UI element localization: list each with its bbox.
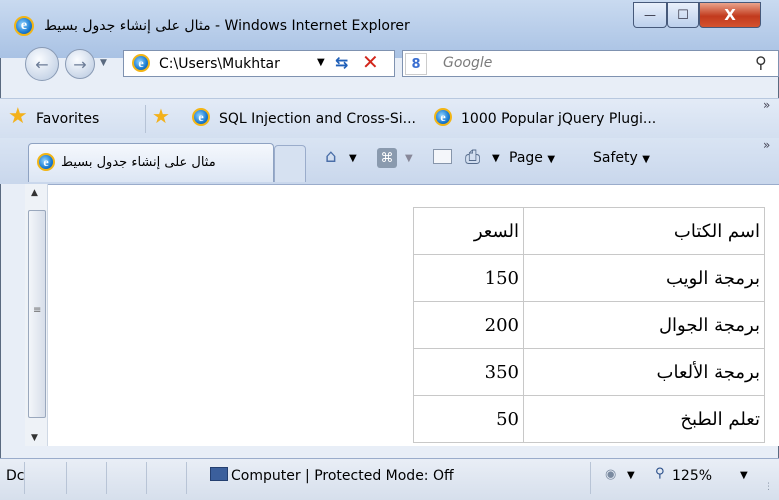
maximize-icon: ☐ [677,7,689,23]
tab-label: مثال على إنشاء جدول بسيط [61,155,216,170]
table-row: برمجة الويب 150 [413,254,765,302]
table-header-row: اسم الكتاب السعر [413,207,765,255]
feeds-icon[interactable]: ⌘ [377,148,397,168]
price-cell: 150 [413,254,524,302]
table-row: تعلم الطبخ 50 [413,395,765,443]
book-name-cell: برمجة الألعاب [523,348,765,396]
back-button[interactable]: ← [25,47,59,81]
status-separator [106,462,107,494]
address-bar[interactable]: e C:\Users\Mukhtar [123,50,395,77]
more-commands-chevron-icon[interactable]: » [763,138,770,152]
ie-logo-icon: e [14,16,34,36]
computer-zone-icon [210,467,228,481]
print-dropdown-icon[interactable]: ▼ [492,153,500,164]
favorites-separator [145,105,146,133]
table-row: برمجة الألعاب 350 [413,348,765,396]
read-mail-icon[interactable] [433,149,452,164]
zoom-level[interactable]: 125% [672,468,712,484]
add-favorite-icon[interactable]: ★ [152,104,170,128]
window-title: مثال على إنشاء جدول بسيط - Windows Inter… [44,18,410,34]
minimize-icon: — [644,8,656,22]
page-ie-icon: e [132,54,150,72]
address-input[interactable]: C:\Users\Mukhtar [159,56,280,72]
tab-current-page[interactable]: e مثال على إنشاء جدول بسيط [28,143,274,182]
minimize-button[interactable]: — [633,2,667,28]
book-name-cell: تعلم الطبخ [523,395,765,443]
status-separator [186,462,187,494]
refresh-icon[interactable]: ⇆ [335,53,348,72]
status-text: Dc [6,468,25,484]
favorite-link-sql-injection[interactable]: SQL Injection and Cross-Si... [219,111,416,127]
fav-site-icon: e [434,108,452,126]
close-button[interactable]: X [699,2,761,28]
fav-site-icon: e [192,108,210,126]
book-name-cell: برمجة الويب [523,254,765,302]
search-input[interactable]: Google [443,55,492,71]
safety-menu[interactable]: Safety ▼ [593,150,650,166]
tab-ie-icon: e [37,153,55,171]
status-separator [24,462,25,494]
trust-globe-icon[interactable]: ◉ [605,467,616,482]
feeds-dropdown-icon[interactable]: ▼ [405,153,413,164]
books-table: اسم الكتاب السعر برمجة الويب 150 برمجة ا… [413,207,765,443]
search-box[interactable]: 8 Google ⚲ [402,50,779,77]
price-cell: 50 [413,395,524,443]
scroll-grip-icon: ≡ [33,305,42,316]
new-tab-button[interactable] [274,145,306,182]
back-arrow-icon: ← [35,54,49,74]
trust-dropdown-icon[interactable]: ▼ [627,470,635,481]
header-price: السعر [413,207,524,255]
book-name-cell: برمجة الجوال [523,301,765,349]
status-separator [146,462,147,494]
address-dropdown-icon[interactable]: ▼ [317,57,325,68]
security-zone-label[interactable]: Computer | Protected Mode: Off [231,468,454,484]
favorites-button[interactable]: Favorites [36,111,99,127]
forward-button[interactable]: → [65,49,95,79]
status-separator [590,462,591,494]
scroll-up-arrow-icon[interactable]: ▲ [31,188,38,198]
favorites-star-icon: ★ [8,104,28,129]
print-icon[interactable]: ⎙ [465,146,480,168]
status-separator [66,462,67,494]
page-dropdown-icon: ▼ [547,154,556,165]
favorite-link-jquery-plugins[interactable]: 1000 Popular jQuery Plugi... [461,111,656,127]
forward-arrow-icon: → [73,54,87,74]
header-book-name: اسم الكتاب [523,207,765,255]
safety-dropdown-icon: ▼ [642,154,650,165]
maximize-button[interactable]: ☐ [667,2,699,28]
zoom-magnifier-icon: ⚲ [655,466,665,481]
close-icon: X [724,6,736,24]
history-dropdown-icon[interactable]: ▼ [100,58,107,68]
stop-icon[interactable]: ✕ [362,50,379,74]
home-dropdown-icon[interactable]: ▼ [349,153,357,164]
home-icon[interactable]: ⌂ [325,146,336,167]
page-menu-label: Page [509,150,543,166]
google-icon: 8 [405,53,427,75]
zoom-dropdown-icon[interactable]: ▼ [740,470,748,481]
price-cell: 350 [413,348,524,396]
scroll-down-arrow-icon[interactable]: ▼ [31,433,38,443]
safety-menu-label: Safety [593,150,638,166]
page-menu[interactable]: Page ▼ [509,150,555,166]
more-favorites-chevron-icon[interactable]: » [763,98,770,112]
search-icon[interactable]: ⚲ [755,53,767,72]
resize-grip-icon[interactable]: ⋮ [764,482,773,492]
table-row: برمجة الجوال 200 [413,301,765,349]
price-cell: 200 [413,301,524,349]
